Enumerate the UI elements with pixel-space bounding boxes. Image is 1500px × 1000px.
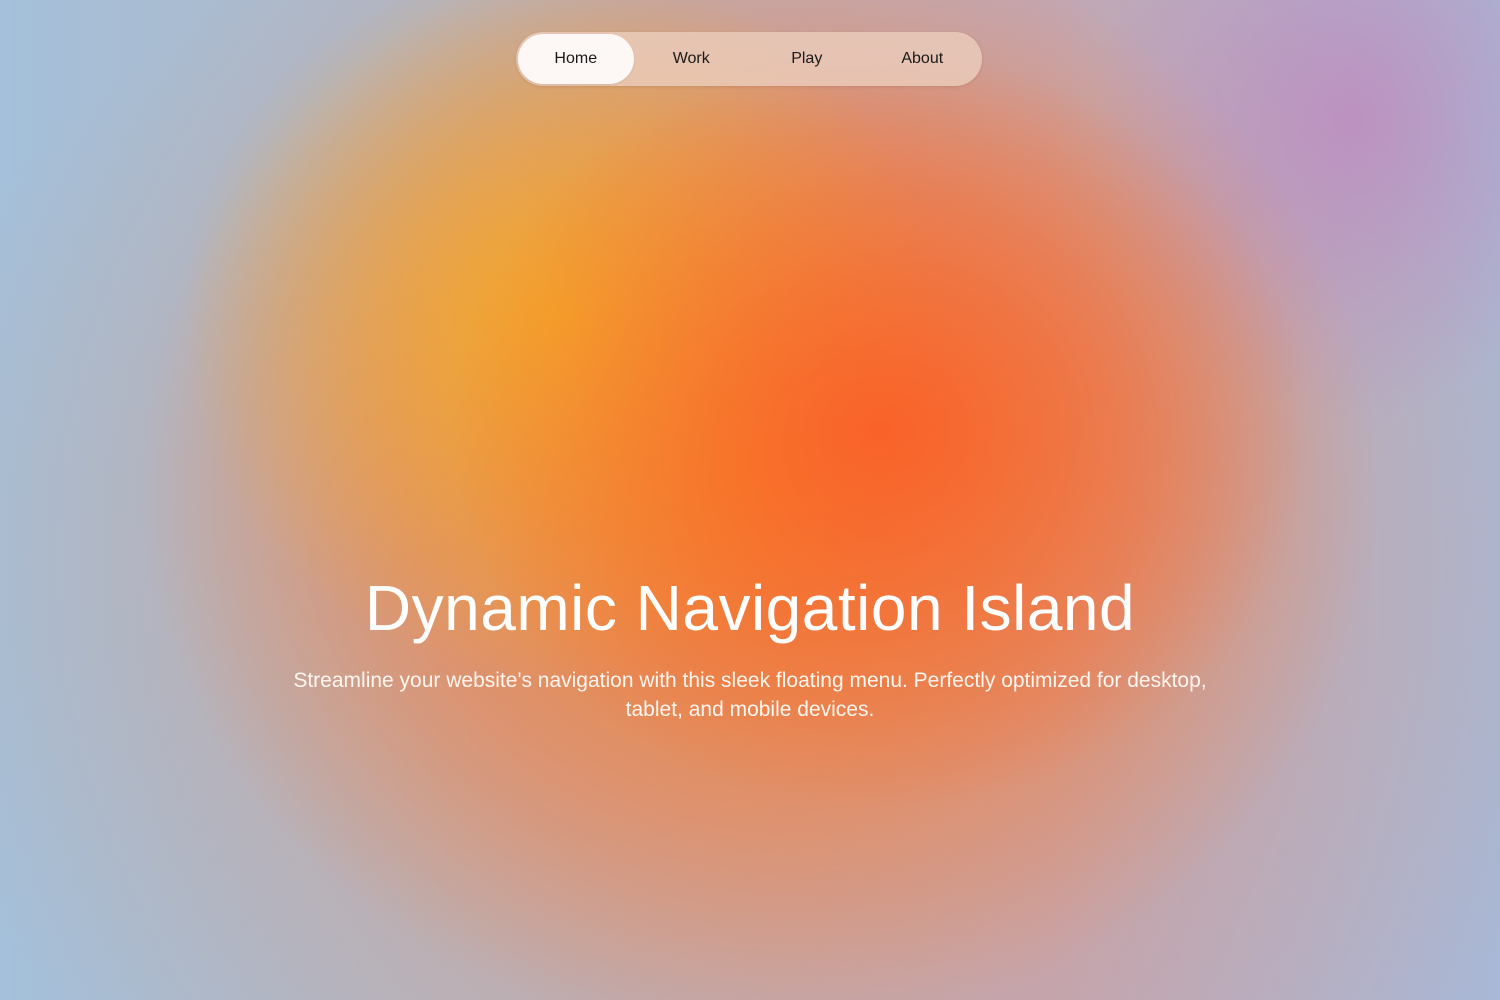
hero-title: Dynamic Navigation Island: [364, 572, 1136, 644]
floating-navigation-island: Home Work Play About: [516, 32, 982, 86]
nav-item-home[interactable]: Home: [518, 34, 634, 84]
gradient-background: [0, 0, 1500, 1000]
hero-subtitle: Streamline your website's navigation wit…: [293, 669, 1207, 721]
nav-item-play[interactable]: Play: [749, 34, 865, 84]
hero-section: Dynamic Navigation Island Streamline you…: [0, 570, 1500, 724]
nav-item-work[interactable]: Work: [634, 34, 750, 84]
nav-item-about[interactable]: About: [865, 34, 981, 84]
